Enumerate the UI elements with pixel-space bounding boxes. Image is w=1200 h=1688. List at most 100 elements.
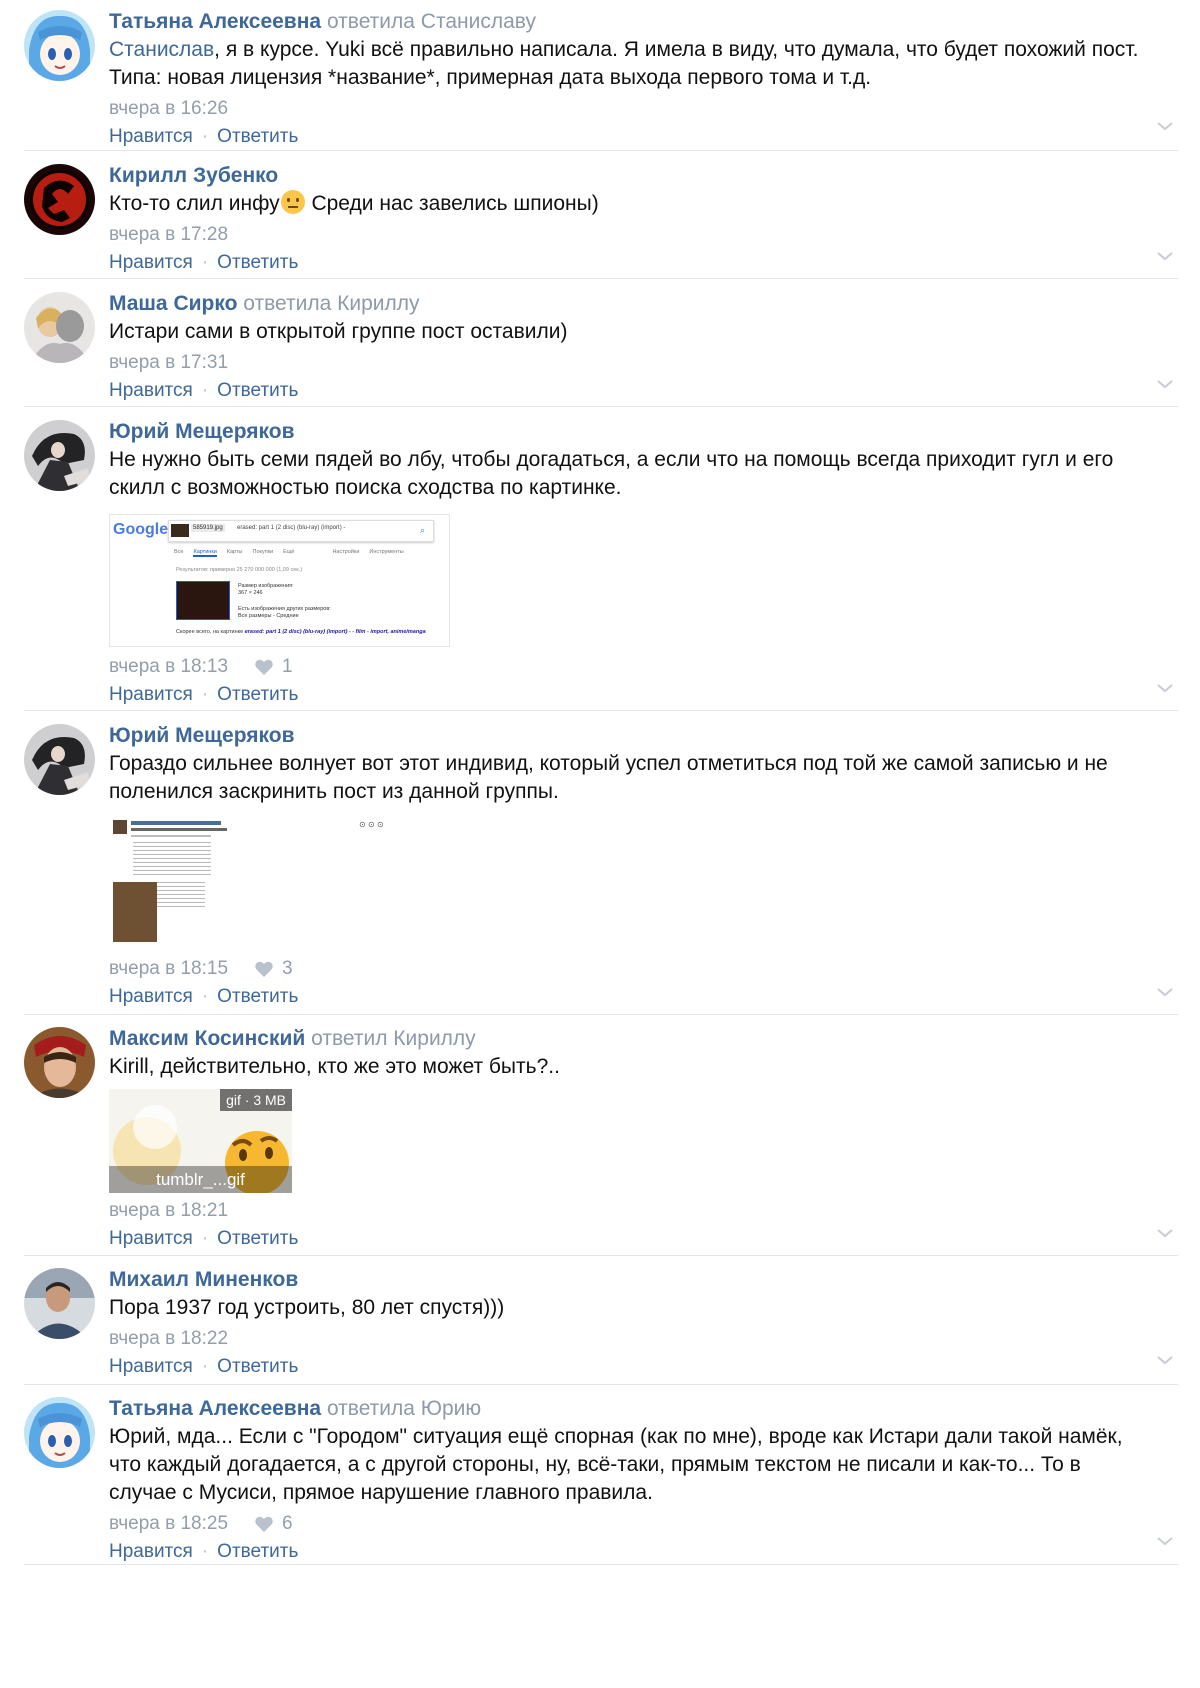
mention-link[interactable]: Станислав	[109, 38, 214, 61]
like-button[interactable]: Нравится	[109, 252, 193, 273]
reply-button[interactable]: Ответить	[217, 252, 298, 273]
reply-button[interactable]: Ответить	[217, 380, 298, 401]
reply-target[interactable]: ответила Станиславу	[327, 10, 536, 33]
comment: Татьяна Алексеевна ответила Юрию Юрий, м…	[24, 1387, 1178, 1564]
dot-menu-icon: ⊙ ⊙ ⊙	[359, 820, 384, 829]
separator: ·	[201, 684, 209, 705]
other-sizes-label: Есть изображения других размеров:	[238, 606, 331, 612]
avatar[interactable]	[24, 1397, 95, 1468]
reply-target[interactable]: ответила Кириллу	[243, 292, 419, 315]
comment-text-content: Пора 1937 год устроить, 80 лет спустя)))	[109, 1296, 505, 1319]
reply-target[interactable]: ответил Кириллу	[311, 1027, 476, 1050]
google-search-screenshot[interactable]: Google 585919.jpg erased: part 1 (2 disc…	[109, 514, 450, 647]
avatar[interactable]	[24, 292, 95, 363]
reply-button[interactable]: Ответить	[217, 684, 298, 705]
tab: Настройки	[332, 549, 360, 555]
likes-counter[interactable]: 6	[254, 1511, 293, 1537]
avatar[interactable]	[24, 1268, 95, 1339]
separator: ·	[201, 126, 209, 147]
comment-actions: Нравится · Ответить	[109, 250, 1148, 276]
likes-counter[interactable]: 1	[254, 654, 293, 680]
chevron-down-icon[interactable]	[1156, 1535, 1174, 1547]
like-button[interactable]: Нравится	[109, 126, 193, 147]
reply-target[interactable]: ответила Юрию	[327, 1397, 481, 1420]
comment-header: Юрий Мещеряков	[109, 722, 1148, 750]
comment-meta: вчера в 17:31	[109, 349, 1148, 376]
best-guess-link: erased: part 1 (2 disc) (blu-ray) (impor…	[244, 629, 426, 635]
avatar[interactable]	[24, 10, 95, 81]
comment-time[interactable]: вчера в 18:15	[109, 956, 228, 982]
reply-button[interactable]: Ответить	[217, 1356, 298, 1377]
like-button[interactable]: Нравится	[109, 380, 193, 401]
like-button[interactable]: Нравится	[109, 1356, 193, 1377]
reply-button[interactable]: Ответить	[217, 986, 298, 1007]
chevron-down-icon[interactable]	[1156, 1227, 1174, 1239]
author-name[interactable]: Маша Сирко	[109, 292, 237, 315]
avatar[interactable]	[24, 420, 95, 491]
separator: ·	[201, 1541, 209, 1562]
author-name[interactable]: Юрий Мещеряков	[109, 420, 294, 443]
result-thumbnail	[176, 581, 230, 620]
chevron-down-icon[interactable]	[1156, 986, 1174, 998]
like-button[interactable]: Нравится	[109, 1541, 193, 1562]
comment-body: Максим Косинский ответил Кириллу Kirill,…	[109, 1025, 1148, 1252]
neutral-face-emoji-icon	[280, 190, 305, 214]
author-name[interactable]: Татьяна Алексеевна	[109, 1397, 321, 1420]
comment-meta: вчера в 17:28	[109, 221, 1148, 248]
divider	[24, 150, 1178, 151]
likes-counter[interactable]: 3	[254, 956, 293, 982]
search-box: 585919.jpg erased: part 1 (2 disc) (blu-…	[168, 520, 434, 542]
separator: ·	[201, 986, 209, 1007]
comment-time[interactable]: вчера в 18:22	[109, 1326, 228, 1352]
comment-body: Михаил Миненков Пора 1937 год устроить, …	[109, 1266, 1148, 1380]
comment-header: Маша Сирко ответила Кириллу	[109, 290, 1148, 318]
like-button[interactable]: Нравится	[109, 684, 193, 705]
author-name[interactable]: Татьяна Алексеевна	[109, 10, 321, 33]
comment: Юрий Мещеряков Не нужно быть семи пядей …	[24, 410, 1178, 710]
author-name[interactable]: Кирилл Зубенко	[109, 164, 278, 187]
reply-button[interactable]: Ответить	[217, 1541, 298, 1562]
comment-time[interactable]: вчера в 17:28	[109, 222, 228, 248]
chevron-down-icon[interactable]	[1156, 682, 1174, 694]
comment-time[interactable]: вчера в 18:13	[109, 654, 228, 680]
reply-button[interactable]: Ответить	[217, 1228, 298, 1249]
author-name[interactable]: Михаил Миненков	[109, 1268, 298, 1291]
comment-meta: вчера в 18:15 3	[109, 955, 1148, 982]
chevron-down-icon[interactable]	[1156, 1354, 1174, 1366]
comment-actions: Нравится · Ответить	[109, 1354, 1148, 1380]
comment-actions: Нравится · Ответить	[109, 124, 1148, 150]
comment-meta: вчера в 16:26	[109, 95, 1148, 122]
divider	[24, 1255, 1178, 1256]
results-count: Результатов: примерно 25 270 000 000 (1,…	[176, 567, 303, 573]
avatar[interactable]	[24, 1027, 95, 1098]
divider	[24, 1564, 1178, 1565]
avatar[interactable]	[24, 164, 95, 235]
comment-time[interactable]: вчера в 18:21	[109, 1198, 228, 1224]
comment-time[interactable]: вчера в 16:26	[109, 96, 228, 122]
chevron-down-icon[interactable]	[1156, 120, 1174, 132]
likes-count: 6	[282, 1512, 293, 1534]
text-lines	[133, 842, 211, 878]
author-name[interactable]: Юрий Мещеряков	[109, 724, 294, 747]
like-button[interactable]: Нравится	[109, 1228, 193, 1249]
like-button[interactable]: Нравится	[109, 986, 193, 1007]
comment-text-content: Гораздо сильнее волнует вот этот индивид…	[109, 752, 1108, 803]
avatar[interactable]	[24, 724, 95, 795]
chevron-down-icon[interactable]	[1156, 378, 1174, 390]
vk-post-screenshot[interactable]: ⊙ ⊙ ⊙	[109, 818, 401, 951]
separator: ·	[201, 380, 209, 401]
comment-time[interactable]: вчера в 17:31	[109, 350, 228, 376]
comment-body: Татьяна Алексеевна ответила Юрию Юрий, м…	[109, 1395, 1148, 1565]
chevron-down-icon[interactable]	[1156, 250, 1174, 262]
divider	[24, 710, 1178, 711]
text-lines	[131, 821, 221, 825]
author-name[interactable]: Максим Косинский	[109, 1027, 305, 1050]
comment-meta: вчера в 18:22	[109, 1325, 1148, 1352]
photo-attachment[interactable]: Google 585919.jpg erased: part 1 (2 disc…	[109, 514, 1148, 647]
comment-time[interactable]: вчера в 18:25	[109, 1511, 228, 1537]
google-logo: Google	[113, 521, 169, 538]
reply-button[interactable]: Ответить	[217, 126, 298, 147]
gif-attachment[interactable]: gif · 3 MB tumblr_...gif	[109, 1089, 292, 1193]
photo-attachment[interactable]: ⊙ ⊙ ⊙	[109, 818, 1148, 951]
separator: ·	[201, 252, 209, 273]
